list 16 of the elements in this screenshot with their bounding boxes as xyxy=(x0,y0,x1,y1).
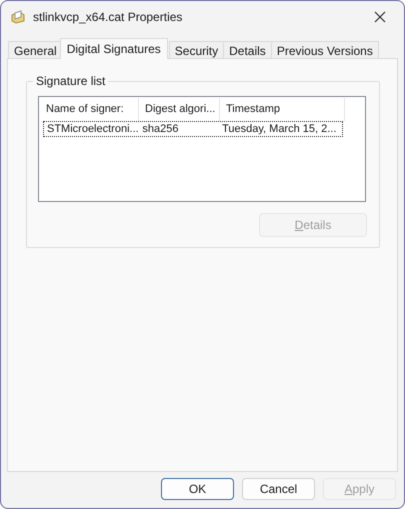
tab[interactable]: Digital Signatures xyxy=(60,38,168,59)
tab[interactable]: Previous Versions xyxy=(270,41,379,59)
table-cell-text: STMicroelectroni... xyxy=(46,122,140,136)
table-cell-text: Tuesday, March 15, 2... xyxy=(221,122,338,136)
file-icon xyxy=(10,9,26,25)
dialog-button[interactable]: OK xyxy=(161,478,234,500)
group-title: Signature list xyxy=(33,74,108,88)
window-title: stlinkvcp_x64.cat Properties xyxy=(33,10,184,24)
column-header[interactable]: Digest algori... xyxy=(139,98,220,121)
table-row[interactable]: STMicroelectroni... sha256 Tuesday, March 15, 2... xyxy=(43,121,343,137)
dialog-button[interactable]: Cancel xyxy=(242,478,315,500)
table-cell-text: sha256 xyxy=(141,122,180,136)
column-header[interactable]: Timestamp xyxy=(220,98,345,121)
close-icon xyxy=(374,11,386,23)
tab[interactable]: Security xyxy=(168,41,224,59)
column-header[interactable]: Name of signer: xyxy=(40,98,139,121)
